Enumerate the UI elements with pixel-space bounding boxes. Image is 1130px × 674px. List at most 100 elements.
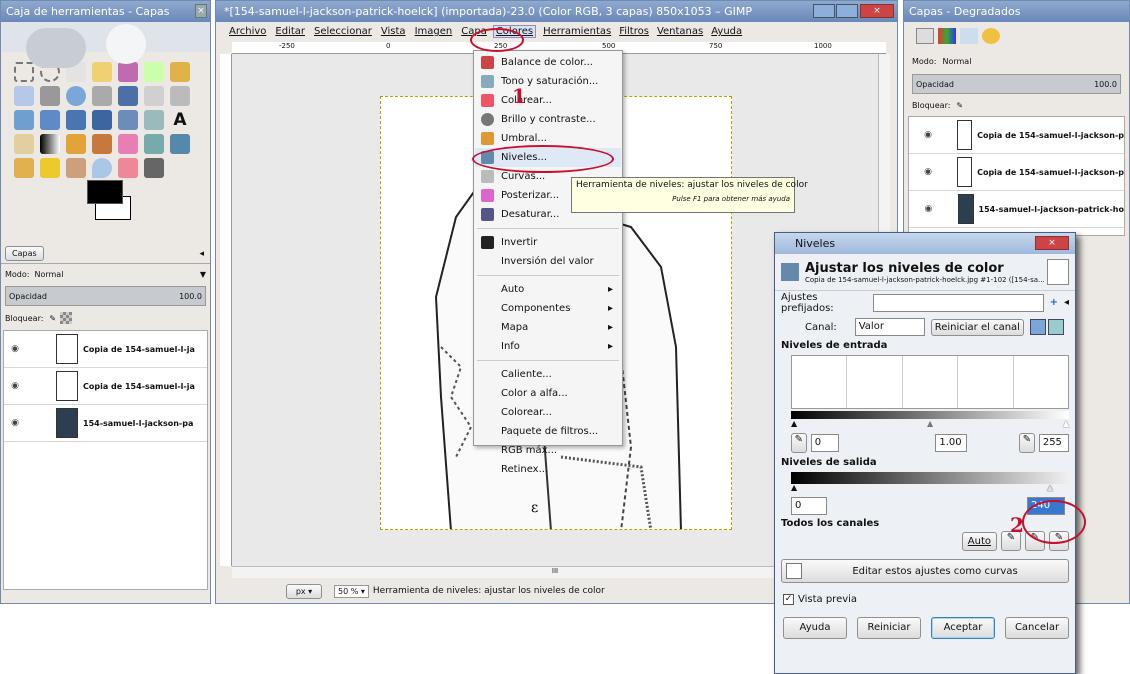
foreground-select-tool-icon[interactable] — [170, 62, 190, 82]
align-tool-icon[interactable] — [144, 86, 164, 106]
blur-tool-icon[interactable] — [92, 158, 112, 178]
input-high-field[interactable]: 255 — [1038, 434, 1069, 452]
brush-lock-icon[interactable]: ✎ — [49, 314, 56, 323]
shear-tool-icon[interactable] — [66, 110, 86, 130]
menu-item-max-rgb[interactable]: RGB máx... — [475, 441, 621, 460]
close-icon[interactable]: × — [195, 4, 207, 18]
menu-seleccionar[interactable]: Seleccionar — [314, 26, 372, 37]
preview-checkbox[interactable]: ✓ — [783, 593, 794, 605]
zoom-tool-icon[interactable] — [66, 86, 86, 106]
presets-menu-icon[interactable]: ◂ — [1064, 297, 1069, 308]
tab-menu-icon[interactable]: ◂ — [199, 249, 204, 259]
heal-tool-icon[interactable] — [40, 158, 60, 178]
input-low-field[interactable]: 0 — [810, 434, 840, 452]
eye-icon[interactable]: ◉ — [4, 381, 26, 391]
foreground-color-swatch[interactable] — [87, 180, 123, 204]
layer-row[interactable]: ◉ Copia de 154-samuel-l-ja — [4, 368, 207, 405]
opacity-value[interactable]: 100.0 — [1094, 80, 1117, 89]
menu-item-colorize[interactable]: Colorear... — [475, 91, 621, 110]
channels-tab-icon[interactable] — [938, 28, 956, 44]
flip-tool-icon[interactable] — [118, 110, 138, 130]
alpha-lock-icon[interactable] — [60, 312, 73, 324]
menu-item-value-invert[interactable]: Inversión del valor — [475, 252, 621, 271]
output-slider-track[interactable]: ▲ ▲ — [791, 483, 1075, 494]
opacity-row[interactable]: Opacidad 100.0 — [5, 286, 206, 306]
menu-editar[interactable]: Editar — [275, 26, 305, 37]
tab-capas[interactable]: Capas — [5, 246, 44, 261]
black-picker-icon[interactable]: ✎ — [791, 433, 807, 453]
menu-ventanas[interactable]: Ventanas — [657, 26, 703, 37]
airbrush-tool-icon[interactable] — [144, 134, 164, 154]
auto-button[interactable]: Auto — [961, 531, 997, 551]
smudge-tool-icon[interactable] — [118, 158, 138, 178]
menu-archivo[interactable]: Archivo — [229, 26, 266, 37]
menu-item-filter-pack[interactable]: Paquete de filtros... — [475, 422, 621, 441]
menu-item-balance[interactable]: Balance de color... — [475, 53, 621, 72]
mode-select[interactable]: Normal — [942, 57, 1121, 66]
edit-as-curves-button[interactable]: Editar estos ajustes como curvas — [781, 559, 1069, 583]
paintbrush-tool-icon[interactable] — [92, 134, 112, 154]
zoom-select[interactable]: 50 % ▾ — [334, 584, 369, 598]
input-slider-track[interactable]: ▲ ▲ ▲ — [791, 419, 1075, 431]
menu-ayuda[interactable]: Ayuda — [711, 26, 742, 37]
cage-tool-icon[interactable] — [144, 110, 164, 130]
unit-select[interactable]: px ▾ — [286, 583, 322, 599]
brush-lock-icon[interactable]: ✎ — [956, 101, 963, 110]
pencil-tool-icon[interactable] — [66, 134, 86, 154]
mode-select[interactable]: Normal — [34, 270, 199, 279]
eye-icon[interactable]: ◉ — [4, 418, 26, 428]
layer-row[interactable]: ◉ Copia de 154-samuel-l-jackson-p — [909, 117, 1124, 154]
layer-row[interactable]: ◉ 154-samuel-l-jackson-pa — [4, 405, 207, 442]
menu-herramientas[interactable]: Herramientas — [543, 26, 611, 37]
paths-tab-icon[interactable] — [960, 28, 978, 44]
menu-vista[interactable]: Vista — [381, 26, 406, 37]
clone-tool-icon[interactable] — [14, 158, 34, 178]
menu-item-components[interactable]: Componentes ▸ — [475, 299, 621, 318]
rect-select-tool-icon[interactable] — [14, 62, 34, 82]
layer-row[interactable]: ◉ 154-samuel-l-jackson-patrick-ho — [909, 191, 1124, 228]
eye-icon[interactable]: ◉ — [921, 204, 936, 214]
eraser-tool-icon[interactable] — [118, 134, 138, 154]
color-picker-tool-icon[interactable] — [40, 86, 60, 106]
black-point-handle[interactable]: ▲ — [791, 419, 797, 428]
move-tool-icon[interactable] — [118, 86, 138, 106]
scrollbar-grip[interactable]: III — [552, 567, 558, 575]
output-low-handle[interactable]: ▲ — [791, 483, 797, 492]
output-low-field[interactable]: 0 — [791, 497, 827, 515]
menu-item-color-to-alpha[interactable]: Color a alfa... — [475, 384, 621, 403]
menu-item-hue[interactable]: Tono y saturación... — [475, 72, 621, 91]
maximize-icon[interactable] — [836, 4, 858, 18]
menu-item-map[interactable]: Mapa ▸ — [475, 318, 621, 337]
rotate-tool-icon[interactable] — [14, 110, 34, 130]
text-tool-icon[interactable]: A — [170, 110, 190, 130]
layer-row[interactable]: ◉ Copia de 154-samuel-l-ja — [4, 331, 207, 368]
ink-tool-icon[interactable] — [170, 134, 190, 154]
chevron-down-icon[interactable]: ▼ — [200, 270, 206, 279]
white-picker-icon[interactable]: ✎ — [1019, 433, 1035, 453]
reset-channel-button[interactable]: Reiniciar el canal — [930, 318, 1024, 336]
linear-histogram-icon[interactable] — [1029, 319, 1046, 335]
measure-tool-icon[interactable] — [92, 86, 112, 106]
presets-select[interactable] — [873, 293, 1044, 312]
eye-icon[interactable]: ◉ — [4, 344, 26, 354]
menu-filtros[interactable]: Filtros — [619, 26, 649, 37]
close-icon[interactable]: × — [860, 4, 894, 18]
layers-tab-icon[interactable] — [916, 28, 934, 44]
perspective-clone-tool-icon[interactable] — [66, 158, 86, 178]
blend-tool-icon[interactable] — [40, 134, 60, 154]
reset-button[interactable]: Reiniciar — [857, 617, 921, 639]
opacity-row[interactable]: Opacidad 100.0 — [912, 74, 1121, 94]
fuzzy-select-tool-icon[interactable] — [92, 62, 112, 82]
layer-row[interactable]: ◉ Copia de 154-samuel-l-jackson-p — [909, 154, 1124, 191]
log-histogram-icon[interactable] — [1047, 319, 1064, 335]
eye-icon[interactable]: ◉ — [921, 130, 935, 140]
white-point-handle[interactable]: ▲ — [1063, 419, 1069, 428]
accept-button[interactable]: Aceptar — [931, 617, 995, 639]
minimize-icon[interactable] — [813, 4, 835, 18]
gamma-handle[interactable]: ▲ — [927, 419, 933, 428]
menu-item-colorify[interactable]: Colorear... — [475, 403, 621, 422]
help-button[interactable]: Ayuda — [783, 617, 847, 639]
scale-tool-icon[interactable] — [40, 110, 60, 130]
cancel-button[interactable]: Cancelar — [1005, 617, 1069, 639]
add-preset-icon[interactable]: + — [1050, 297, 1058, 308]
